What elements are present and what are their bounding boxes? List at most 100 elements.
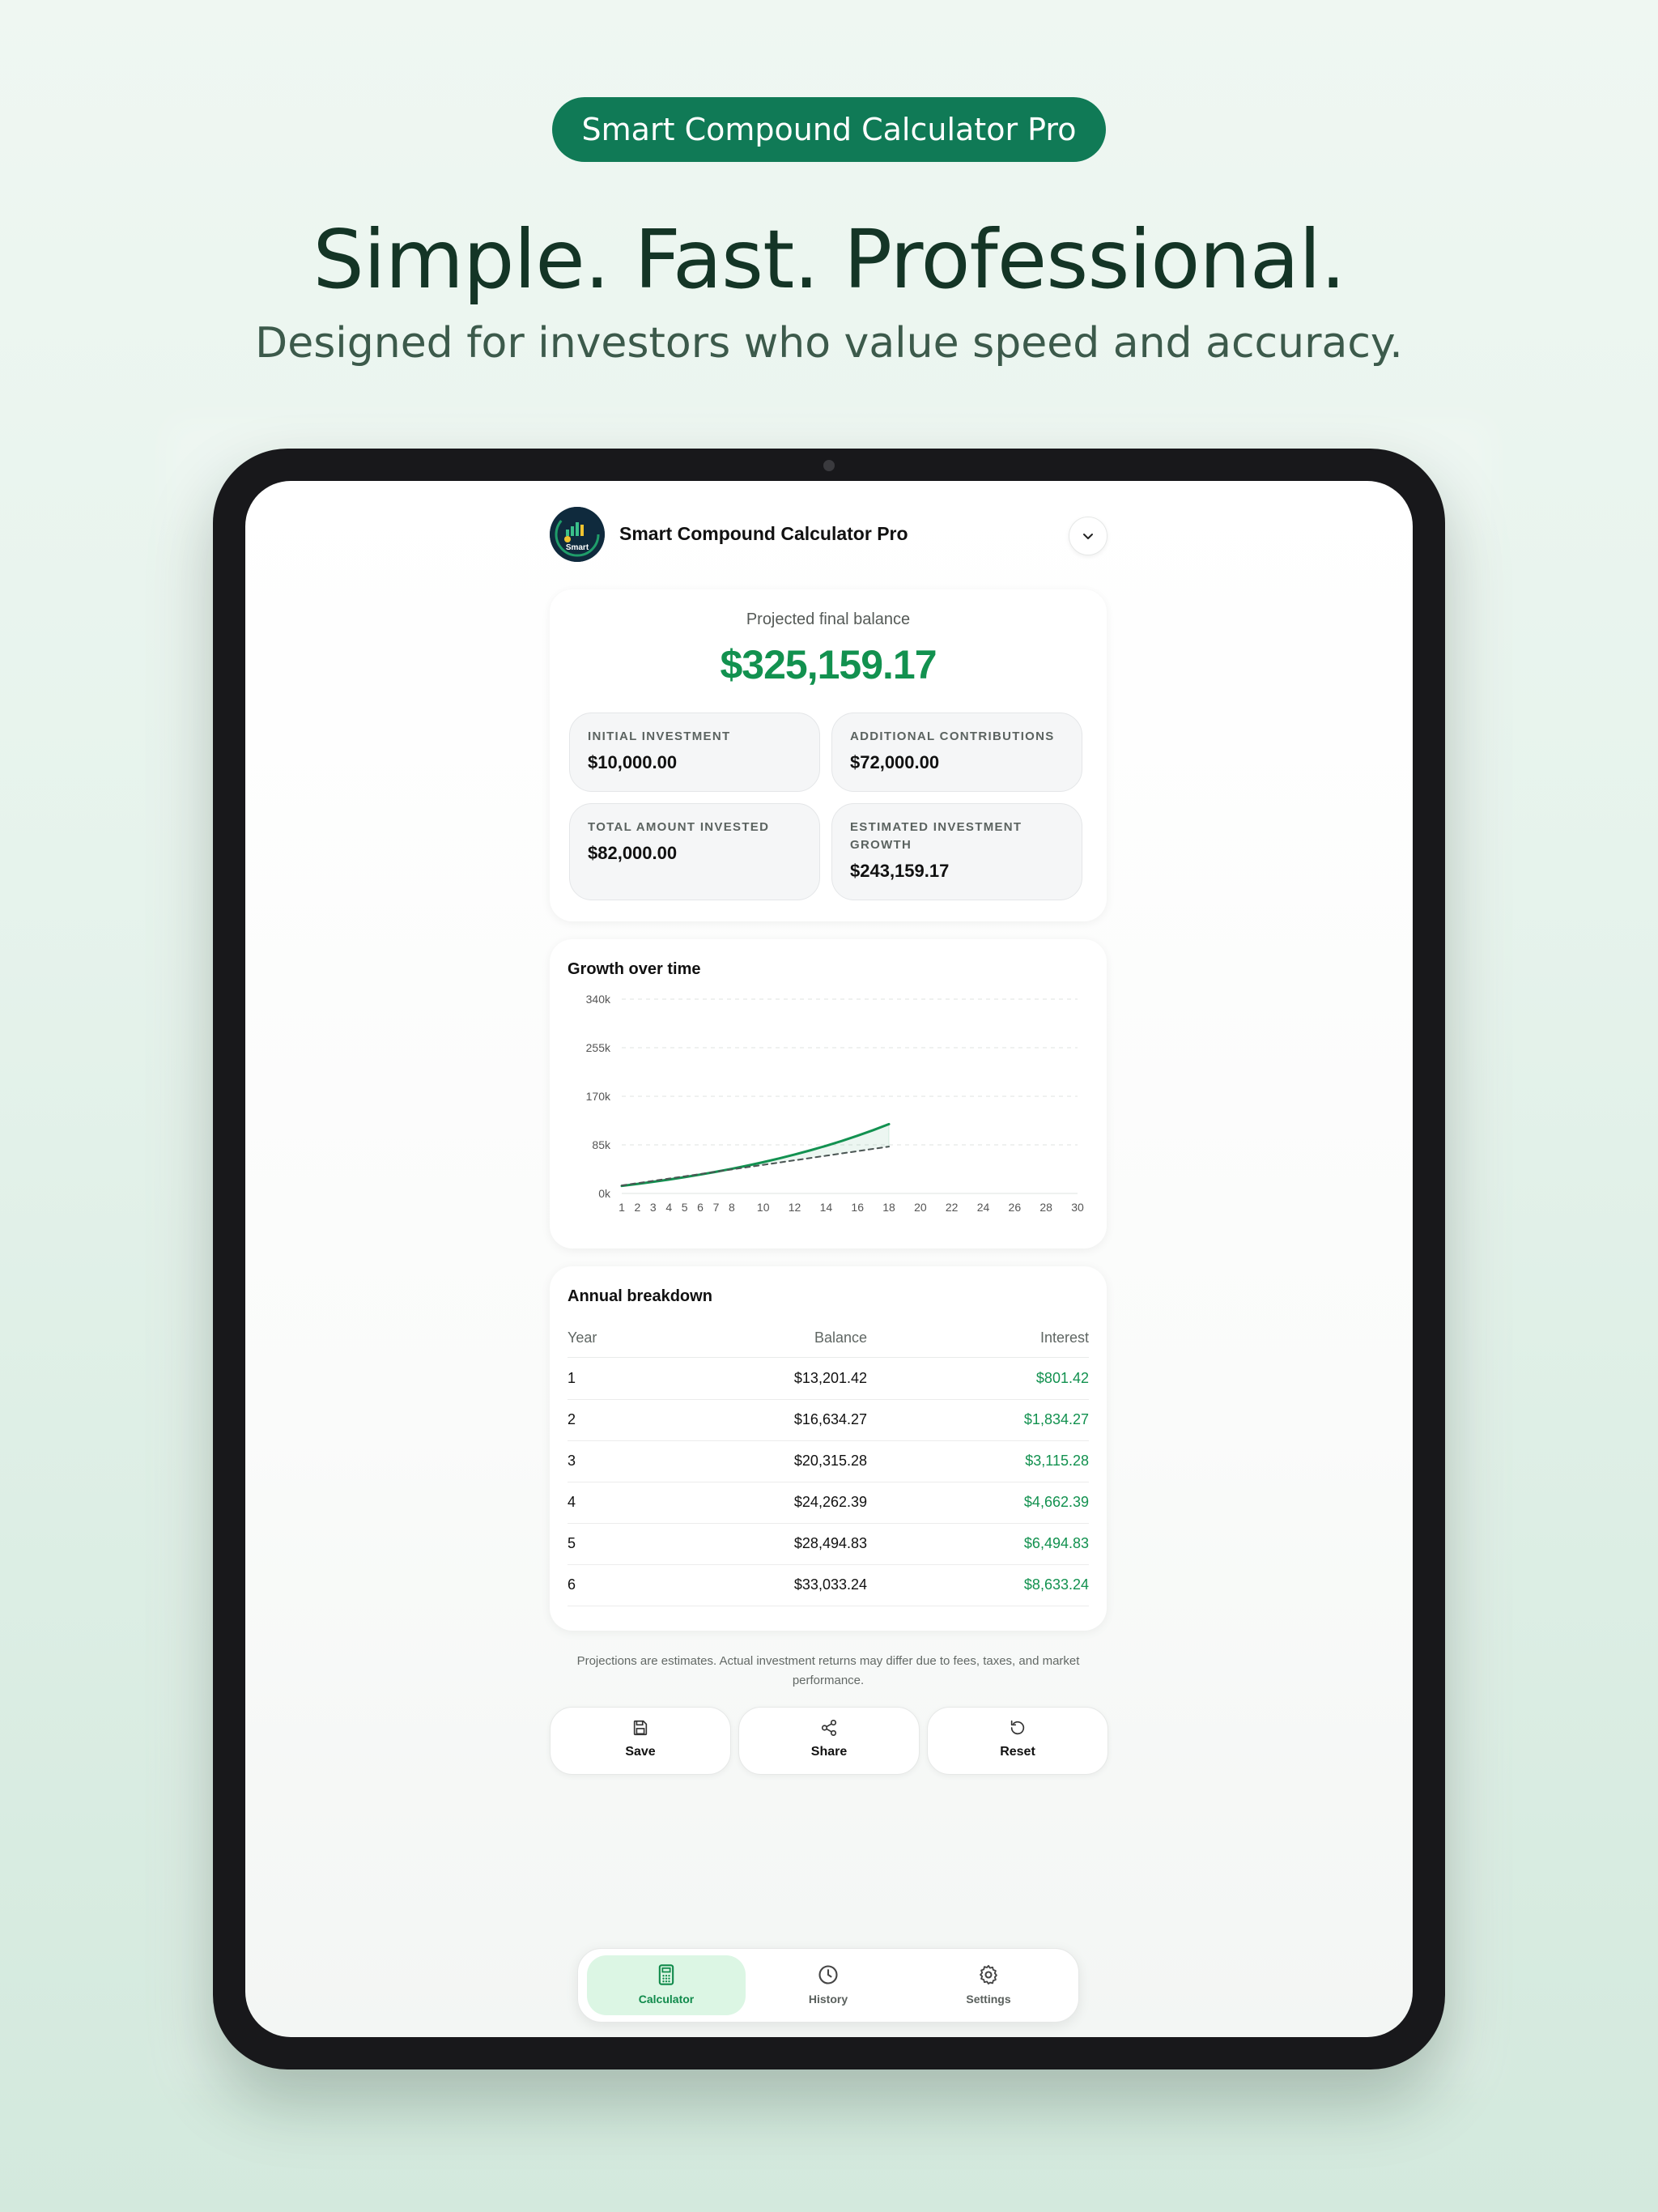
balance-line xyxy=(620,1122,891,1188)
x-tick-label: 2 xyxy=(635,1201,641,1214)
tab-calculator[interactable]: Calculator xyxy=(587,1955,746,2015)
x-tick-label: 5 xyxy=(682,1201,688,1214)
stat-total-invested: TOTAL AMOUNT INVESTED $82,000.00 xyxy=(569,803,820,900)
growth-chart: 0k85k170k255k340k1 2 3 4 5 6 7 8 10 12 14 16 18 20 22 2… xyxy=(586,993,1084,1214)
x-tick-label: 18 xyxy=(882,1201,895,1214)
stat-label: TOTAL AMOUNT INVESTED xyxy=(588,820,770,834)
column-balance: Balance xyxy=(814,1329,867,1346)
table-header: Year Balance Interest xyxy=(568,1321,1089,1358)
tab-settings[interactable]: Settings xyxy=(909,1955,1068,2015)
clock-icon xyxy=(818,1965,838,1984)
y-tick-label: 340k xyxy=(586,993,611,1006)
stat-initial-investment: INITIAL INVESTMENT $10,000.00 xyxy=(569,713,820,792)
logo-text: Smart xyxy=(566,543,589,552)
x-tick-label: 20 xyxy=(914,1201,927,1214)
x-tick-label: 12 xyxy=(789,1201,801,1214)
stat-value: $72,000.00 xyxy=(850,752,940,772)
cell-interest: $801.42 xyxy=(1035,1370,1089,1386)
app-header: Smart Smart Compound Calculator Pro xyxy=(550,507,1107,562)
x-tick-label: 3 xyxy=(650,1201,657,1214)
table-row: 3 $20,315.28 $3,115.28 xyxy=(568,1440,1089,1482)
bottom-tab-bar: Calculator History Settings xyxy=(577,1948,1079,2023)
tablet-frame: Smart Smart Compound Calculator Pro Proj… xyxy=(213,449,1445,2069)
column-interest: Interest xyxy=(1039,1329,1089,1346)
x-tick-label: 14 xyxy=(820,1201,833,1214)
cell-interest: $8,633.24 xyxy=(1023,1576,1089,1593)
app-logo: Smart xyxy=(550,507,605,562)
growth-chart-card: Growth over time 0k 85k 170k 255k 340k 1 2 3 4 5 6… xyxy=(550,939,1107,1249)
table-row: 6 $33,033.24 $8,633.24 xyxy=(568,1564,1089,1606)
reset-button[interactable]: Reset xyxy=(927,1707,1108,1775)
breakdown-title: Annual breakdown xyxy=(568,1287,712,1305)
annual-breakdown-card: Annual breakdown Year Balance Interest 1… xyxy=(550,1266,1107,1631)
menu-dropdown-button[interactable] xyxy=(1069,517,1107,555)
y-tick-label: 255k xyxy=(586,1041,611,1054)
x-tick-label: 16 xyxy=(851,1201,864,1214)
cell-interest: $4,662.39 xyxy=(1023,1494,1089,1510)
table-row: 2 $16,634.27 $1,834.27 xyxy=(568,1399,1089,1441)
tab-history[interactable]: History xyxy=(749,1955,908,2015)
cell-interest: $6,494.83 xyxy=(1023,1535,1089,1551)
cell-balance: $20,315.28 xyxy=(793,1453,867,1469)
chevron-down-icon xyxy=(1083,534,1093,539)
cell-balance: $33,033.24 xyxy=(793,1576,867,1593)
x-tick-label: 30 xyxy=(1071,1201,1084,1214)
save-icon xyxy=(633,1720,648,1736)
x-tick-label: 1 xyxy=(619,1201,625,1214)
stat-estimated-growth: ESTIMATED INVESTMENT GROWTH $243,159.17 xyxy=(831,803,1082,900)
share-icon xyxy=(821,1720,837,1736)
projected-balance-value: $325,159.17 xyxy=(720,642,937,687)
cell-interest: $1,834.27 xyxy=(1023,1411,1089,1427)
x-tick-label: 6 xyxy=(697,1201,704,1214)
gear-icon xyxy=(980,1964,997,1985)
stat-label: INITIAL INVESTMENT xyxy=(588,730,731,743)
cell-year: 3 xyxy=(568,1453,576,1469)
y-tick-label: 85k xyxy=(592,1138,611,1151)
stat-value: $82,000.00 xyxy=(588,843,678,863)
app-screen: Smart Smart Compound Calculator Pro Proj… xyxy=(245,481,1413,2037)
disclaimer-text: Projections are estimates. Actual invest… xyxy=(576,1654,1080,1687)
cell-balance: $16,634.27 xyxy=(793,1411,867,1427)
x-tick-label: 28 xyxy=(1039,1201,1052,1214)
x-tick-label: 22 xyxy=(946,1201,959,1214)
column-year: Year xyxy=(568,1329,597,1346)
summary-card: Projected final balance $325,159.17 INIT… xyxy=(550,589,1107,921)
cell-interest: $3,115.28 xyxy=(1025,1453,1089,1469)
stat-label: ESTIMATED INVESTMENT GROWTH xyxy=(850,820,1022,852)
y-tick-label: 170k xyxy=(586,1090,611,1103)
x-tick-label: 10 xyxy=(757,1201,770,1214)
cell-balance: $13,201.42 xyxy=(793,1370,867,1386)
x-tick-label: 8 xyxy=(729,1201,735,1214)
app-name-badge: Smart Compound Calculator Pro xyxy=(552,97,1106,162)
save-button[interactable]: Save xyxy=(550,1707,731,1775)
tab-settings-label: Settings xyxy=(966,1993,1011,2006)
share-label: Share xyxy=(810,1745,848,1759)
cell-year: 4 xyxy=(568,1494,576,1510)
cell-year: 6 xyxy=(568,1576,576,1593)
reset-icon xyxy=(1010,1720,1025,1735)
table-row: 4 $24,262.39 $4,662.39 xyxy=(568,1482,1089,1524)
x-tick-label: 7 xyxy=(713,1201,720,1214)
x-tick-label: 26 xyxy=(1009,1201,1022,1214)
cell-year: 1 xyxy=(568,1370,576,1386)
tab-history-label: History xyxy=(808,1993,848,2006)
projected-balance-label: Projected final balance xyxy=(746,610,911,628)
table-row: 5 $28,494.83 $6,494.83 xyxy=(568,1523,1089,1565)
save-label: Save xyxy=(625,1745,656,1759)
y-tick-label: 0k xyxy=(598,1187,611,1200)
x-tick-label: 4 xyxy=(665,1201,672,1214)
logo-graphic: Smart xyxy=(550,507,605,562)
tab-calculator-label: Calculator xyxy=(638,1993,695,2006)
cell-balance: $28,494.83 xyxy=(793,1535,867,1551)
app-title: Smart Compound Calculator Pro xyxy=(619,523,908,544)
cell-balance: $24,262.39 xyxy=(793,1494,867,1510)
cell-year: 5 xyxy=(568,1535,576,1551)
share-button[interactable]: Share xyxy=(738,1707,920,1775)
stat-label: ADDITIONAL CONTRIBUTIONS xyxy=(850,730,1055,743)
marketing-subheadline: Designed for investors who value speed a… xyxy=(255,319,1403,368)
calculator-icon xyxy=(658,1964,674,1985)
stat-additional-contributions: ADDITIONAL CONTRIBUTIONS $72,000.00 xyxy=(831,713,1082,792)
cell-year: 2 xyxy=(568,1411,576,1427)
growth-area xyxy=(622,1124,890,1186)
x-tick-label: 24 xyxy=(977,1201,990,1214)
